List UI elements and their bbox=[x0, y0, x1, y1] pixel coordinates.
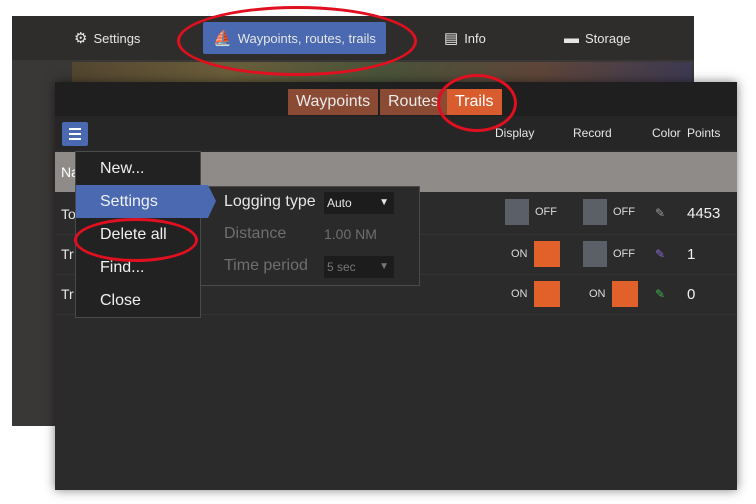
toggle-box bbox=[505, 199, 529, 225]
distance-value: 1.00 NM bbox=[324, 226, 377, 242]
tab-settings-label: Settings bbox=[93, 30, 141, 46]
time-period-row: Time period 5 sec ▼ bbox=[200, 251, 419, 283]
toggle-box bbox=[611, 281, 638, 307]
trail-name: To bbox=[61, 206, 76, 222]
info-icon: ▤ bbox=[444, 30, 459, 47]
display-toggle[interactable]: ON bbox=[505, 240, 563, 268]
logging-type-row: Logging type Auto ▼ bbox=[200, 187, 419, 219]
menu-item-delete-all[interactable]: Delete all bbox=[76, 218, 200, 251]
trail-points: 4453 bbox=[687, 205, 721, 222]
toggle-label: OFF bbox=[535, 206, 557, 218]
subtab-routes[interactable]: Routes bbox=[380, 89, 447, 115]
list-header: Display Record Color Points bbox=[55, 116, 737, 150]
chevron-down-icon: ▼ bbox=[379, 261, 389, 272]
hamburger-line bbox=[69, 128, 81, 130]
menu-item-settings[interactable]: Settings bbox=[76, 185, 216, 218]
record-toggle[interactable]: OFF bbox=[583, 198, 641, 226]
pen-icon[interactable]: ✎ bbox=[655, 206, 665, 220]
menu-button[interactable] bbox=[62, 122, 88, 146]
column-record[interactable]: Record bbox=[573, 126, 612, 140]
tab-settings[interactable]: ⚙ Settings bbox=[74, 22, 140, 54]
tab-storage-label: Storage bbox=[585, 30, 631, 46]
tab-waypoints-label: Waypoints, routes, trails bbox=[237, 30, 376, 46]
trail-name: Tr bbox=[61, 286, 74, 302]
display-toggle[interactable]: ON bbox=[505, 280, 563, 308]
options-menu: New... Settings Delete all Find... Close bbox=[75, 151, 216, 318]
tab-info[interactable]: ▤ Info bbox=[444, 22, 486, 54]
toggle-box bbox=[583, 241, 607, 267]
time-period-select[interactable]: 5 sec ▼ bbox=[324, 256, 394, 278]
folder-icon: ▬ bbox=[564, 29, 579, 47]
toggle-label: OFF bbox=[613, 248, 635, 260]
toggle-label: ON bbox=[589, 288, 606, 300]
tab-waypoints-routes-trails[interactable]: ⛵ Waypoints, routes, trails bbox=[203, 22, 386, 54]
logging-type-select[interactable]: Auto ▼ bbox=[324, 192, 394, 214]
pen-icon[interactable]: ✎ bbox=[655, 247, 665, 261]
trail-points: 1 bbox=[687, 246, 696, 263]
chevron-down-icon: ▼ bbox=[379, 197, 389, 208]
column-display[interactable]: Display bbox=[495, 126, 534, 140]
hamburger-line bbox=[69, 138, 81, 140]
subtab-trails[interactable]: Trails bbox=[447, 89, 502, 115]
record-toggle[interactable]: OFF bbox=[583, 240, 641, 268]
subtab-waypoints[interactable]: Waypoints bbox=[288, 89, 379, 115]
logging-type-value: Auto bbox=[327, 196, 352, 210]
tab-storage[interactable]: ▬ Storage bbox=[564, 22, 631, 54]
toggle-box bbox=[533, 281, 560, 307]
toggle-label: OFF bbox=[613, 206, 635, 218]
distance-label: Distance bbox=[224, 225, 287, 242]
gear-icon: ⚙ bbox=[74, 30, 88, 47]
menu-item-new[interactable]: New... bbox=[76, 152, 200, 185]
time-period-label: Time period bbox=[224, 257, 308, 274]
distance-row: Distance 1.00 NM bbox=[200, 219, 419, 251]
display-toggle[interactable]: OFF bbox=[505, 198, 563, 226]
sub-tab-bar: Waypoints Routes Trails bbox=[55, 82, 737, 116]
toggle-label: ON bbox=[511, 248, 528, 260]
toggle-box bbox=[583, 199, 607, 225]
top-tab-bar: ⚙ Settings ⛵ Waypoints, routes, trails ▤… bbox=[12, 16, 694, 60]
logging-type-label: Logging type bbox=[224, 193, 316, 210]
waypoint-icon: ⛵ bbox=[213, 30, 232, 47]
column-points[interactable]: Points bbox=[687, 126, 720, 140]
column-color[interactable]: Color bbox=[652, 126, 681, 140]
toggle-label: ON bbox=[511, 288, 528, 300]
trail-name: Tr bbox=[61, 246, 74, 262]
time-period-value: 5 sec bbox=[327, 260, 356, 274]
record-toggle[interactable]: ON bbox=[583, 280, 641, 308]
menu-item-close[interactable]: Close bbox=[76, 284, 200, 317]
hamburger-line bbox=[69, 133, 81, 135]
settings-submenu: Logging type Auto ▼ Distance 1.00 NM Tim… bbox=[199, 186, 420, 286]
toggle-box bbox=[533, 241, 560, 267]
tab-info-label: Info bbox=[464, 30, 486, 46]
menu-item-find[interactable]: Find... bbox=[76, 251, 200, 284]
pen-icon[interactable]: ✎ bbox=[655, 287, 665, 301]
trail-points: 0 bbox=[687, 286, 696, 303]
